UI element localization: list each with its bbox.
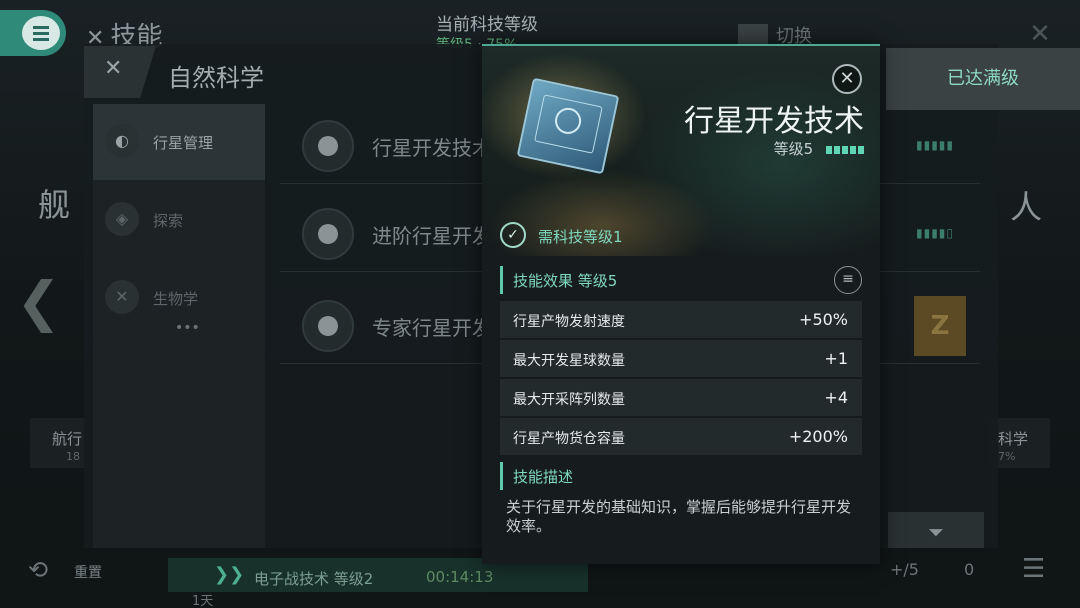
menu-icon [22, 16, 60, 50]
explore-icon: ◈ [105, 202, 139, 236]
filter-icon[interactable]: ⏷ [888, 512, 984, 552]
effects-header: 技能效果 等级5 ≡ [500, 266, 862, 294]
level-pip [850, 146, 856, 154]
sidebar-item-explore[interactable]: ◈ 探索 [93, 182, 265, 258]
chevron-left-icon[interactable]: ❮ [16, 270, 61, 333]
sidebar-item-label: 行星管理 [153, 134, 214, 152]
close-icon[interactable]: ✕ [832, 64, 862, 94]
skill-detail-modal: ✕ 行星开发技术 等级5 ✓ 需科技等级1 技能效果 等级5 ≡ 行星产物发射速… [482, 44, 880, 564]
research-timer: 00:14:13 [426, 568, 494, 586]
dna-icon: ✕ [104, 56, 123, 81]
queue-count: +/5 [890, 560, 919, 579]
level-pip [826, 146, 832, 154]
close-icon[interactable]: ✕ [1024, 18, 1056, 50]
level-pip [834, 146, 840, 154]
category-sidebar: ◐ 行星管理 ◈ 探索 ✕ 生物学 ••• [93, 104, 265, 556]
tech-level-label: 当前科技等级 [436, 15, 538, 35]
switch-icon [738, 24, 768, 46]
skill-level: 等级5 [682, 138, 864, 159]
planet-icon [302, 208, 354, 260]
right-side-title: 人 [1010, 188, 1043, 226]
more-dots-icon: ••• [175, 320, 200, 336]
check-icon: ✓ [500, 222, 526, 248]
left-category-card[interactable]: 航行 18 [30, 418, 90, 468]
chevron-right-icon: ❯❯ [214, 564, 245, 585]
reset-button[interactable]: 重置 [74, 562, 102, 582]
panel-header: ✕ 自然科学 [84, 46, 484, 98]
level-pips: ▮▮▮▮▮ [916, 138, 955, 152]
top-bar: ✕ 技能 当前科技等级 等级5 · 75% 切换 ✕ [0, 0, 1080, 56]
effect-row: 最大开发星球数量 +1 [500, 340, 862, 377]
right-category-card[interactable]: 科学 7% [990, 418, 1050, 468]
planet-icon: ◐ [105, 124, 139, 158]
more-options-icon[interactable]: ≡ [834, 266, 862, 294]
planet-icon [302, 300, 354, 352]
level-pips [824, 140, 864, 158]
effect-row: 行星产物货仓容量 +200% [500, 418, 862, 455]
panel-icon-box: ✕ [84, 46, 156, 98]
day-label: 1天 [192, 594, 214, 608]
planet-icon [302, 120, 354, 172]
skill-title: 行星开发技术 [684, 104, 864, 139]
left-side-title: 舰 [38, 186, 71, 224]
description-header: 技能描述 [500, 462, 862, 490]
researching-skill: 电子战技术 等级2 [254, 570, 374, 588]
rank-badge: Z [914, 296, 966, 356]
sidebar-item-planet-management[interactable]: ◐ 行星管理 [93, 104, 265, 180]
dna-icon: ✕ [105, 280, 139, 314]
skill-description: 关于行星开发的基础知识，掌握后能够提升行星开发效率。 [506, 498, 852, 535]
sidebar-item-label: 生物学 [153, 290, 199, 308]
level-pips: ▮▮▮▮▯ [916, 226, 955, 240]
level-pip [858, 146, 864, 154]
sidebar-item-label: 探索 [153, 212, 184, 230]
requirement-text: 需科技等级1 [538, 228, 623, 246]
effect-row: 行星产物发射速度 +50% [500, 301, 862, 338]
max-level-button[interactable]: 已达满级 [886, 48, 1080, 110]
main-menu-button[interactable] [0, 10, 66, 56]
effect-row: 最大开采阵列数量 +4 [500, 379, 862, 416]
panel-title: 自然科学 [168, 64, 264, 92]
reset-icon[interactable]: ⟲ [28, 556, 48, 584]
list-menu-icon[interactable]: ☰ [1022, 554, 1045, 584]
flask-count: 0 [964, 560, 975, 579]
level-pip [842, 146, 848, 154]
